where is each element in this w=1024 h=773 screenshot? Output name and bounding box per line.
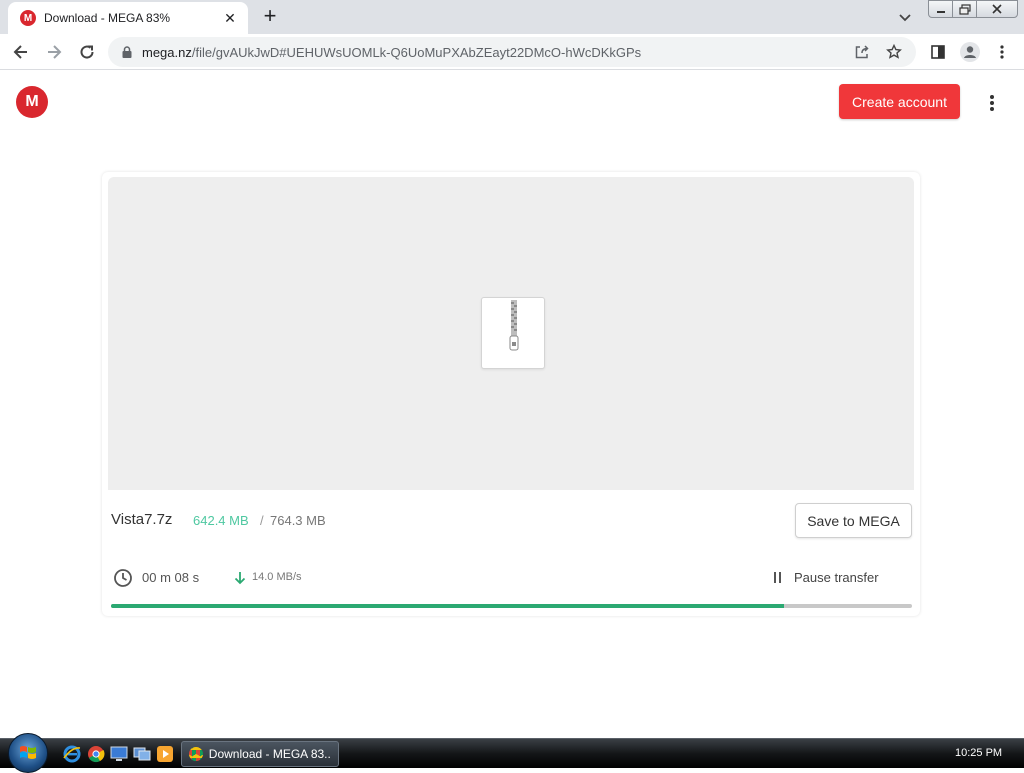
taskbar-chrome-window-button[interactable]: Download - MEGA 83... bbox=[181, 741, 339, 767]
mega-logo[interactable]: M bbox=[16, 86, 48, 118]
url-text[interactable]: mega.nz/file/gvAUkJwD#UEHUWsUOMLk-Q6UoMu… bbox=[142, 45, 840, 60]
pause-transfer-button[interactable]: Pause transfer bbox=[794, 570, 879, 585]
file-name: Vista7.7z bbox=[111, 511, 173, 528]
media-player-icon[interactable] bbox=[156, 745, 174, 763]
lock-icon[interactable] bbox=[120, 45, 134, 59]
bookmark-star-icon[interactable] bbox=[884, 42, 904, 62]
address-bar[interactable]: mega.nz/file/gvAUkJwD#UEHUWsUOMLk-Q6UoMu… bbox=[108, 37, 916, 67]
download-arrow-icon bbox=[233, 570, 247, 586]
url-path: /file/gvAUkJwD#UEHUWsUOMLk-Q6UoMuPXAbZEa… bbox=[191, 44, 642, 60]
create-account-button[interactable]: Create account bbox=[839, 84, 960, 119]
tab-title: Download - MEGA 83% bbox=[44, 11, 171, 25]
tab-close-icon[interactable]: ✕ bbox=[222, 10, 238, 26]
browser-tab-strip: M Download - MEGA 83% ✕ + bbox=[0, 0, 1024, 34]
profile-icon[interactable] bbox=[958, 40, 982, 64]
downloaded-size: 642.4 MB bbox=[193, 513, 249, 528]
file-preview-area bbox=[108, 177, 914, 490]
pause-icon[interactable] bbox=[771, 572, 783, 584]
taskbar-window-label: Download - MEGA 83... bbox=[208, 747, 331, 761]
download-progress-fill bbox=[111, 604, 784, 608]
forward-arrow-icon[interactable] bbox=[42, 40, 66, 64]
save-to-mega-button[interactable]: Save to MEGA bbox=[795, 503, 912, 538]
download-speed: 14.0 MB/s bbox=[252, 571, 302, 583]
page-menu-icon[interactable] bbox=[982, 92, 1002, 114]
download-progress-bar bbox=[111, 604, 912, 608]
windows-taskbar: Download - MEGA 83... 10:25 PM bbox=[0, 733, 1024, 773]
url-host: mega.nz bbox=[142, 44, 192, 60]
ie-icon[interactable] bbox=[63, 745, 81, 763]
tab-search-chevron-icon[interactable] bbox=[896, 8, 914, 26]
switch-windows-icon[interactable] bbox=[133, 745, 151, 763]
back-arrow-icon[interactable] bbox=[9, 40, 33, 64]
chrome-icon[interactable] bbox=[87, 745, 105, 763]
window-close-button[interactable] bbox=[976, 0, 1018, 18]
window-restore-button[interactable] bbox=[952, 0, 977, 18]
new-tab-button[interactable]: + bbox=[258, 5, 282, 29]
side-panel-icon[interactable] bbox=[926, 40, 950, 64]
show-desktop-icon[interactable] bbox=[110, 745, 128, 763]
zip-archive-icon bbox=[481, 297, 545, 369]
window-minimize-button[interactable] bbox=[928, 0, 953, 18]
browser-toolbar: mega.nz/file/gvAUkJwD#UEHUWsUOMLk-Q6UoMu… bbox=[0, 34, 1024, 70]
system-clock[interactable]: 10:25 PM bbox=[955, 747, 1002, 759]
mega-favicon-icon: M bbox=[20, 10, 36, 26]
start-button[interactable] bbox=[8, 733, 48, 773]
chrome-menu-icon[interactable] bbox=[990, 40, 1014, 64]
share-icon[interactable] bbox=[852, 42, 872, 62]
reload-icon[interactable] bbox=[75, 40, 99, 64]
size-separator: / bbox=[260, 513, 264, 528]
download-card: Vista7.7z 642.4 MB / 764.3 MB Save to ME… bbox=[102, 172, 920, 616]
time-remaining: 00 m 08 s bbox=[142, 570, 200, 585]
chrome-icon bbox=[189, 747, 203, 761]
total-size: 764.3 MB bbox=[270, 513, 326, 528]
browser-tab[interactable]: M Download - MEGA 83% ✕ bbox=[8, 2, 248, 34]
clock-icon bbox=[113, 568, 133, 588]
